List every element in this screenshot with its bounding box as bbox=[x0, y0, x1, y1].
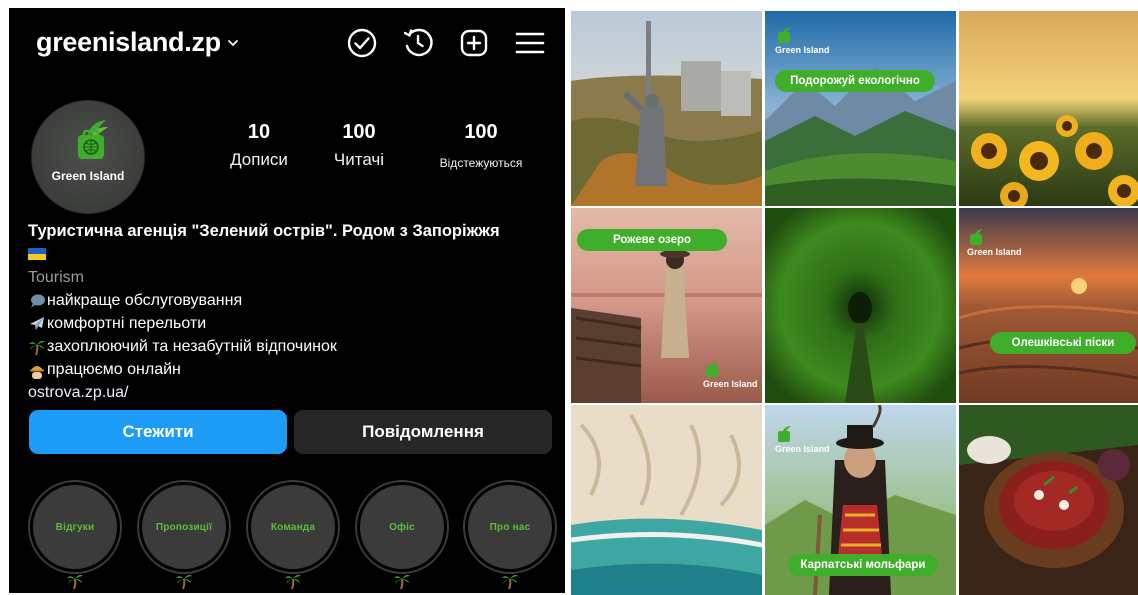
post-tile-monument[interactable] bbox=[571, 11, 762, 206]
bio-line-text: найкраще обслуговування bbox=[47, 292, 243, 309]
bio-link[interactable]: ostrova.zp.ua/ bbox=[28, 381, 558, 404]
avatar[interactable]: Green Island bbox=[31, 100, 145, 214]
story-highlights: Відгуки Пропозиції Команда Офіс Про нас bbox=[9, 478, 565, 593]
highlight-label: Офіс bbox=[389, 521, 415, 533]
post-image bbox=[571, 11, 762, 206]
top-bar: greenisland.zp bbox=[9, 8, 565, 76]
bio-line: комфортні перельоти bbox=[28, 312, 558, 335]
verified-check-icon[interactable] bbox=[345, 26, 379, 60]
brand-label: Green Island bbox=[775, 444, 830, 454]
highlight-team[interactable]: Команда bbox=[244, 478, 342, 593]
add-post-icon[interactable] bbox=[457, 26, 491, 60]
green-island-logo-icon bbox=[778, 426, 791, 442]
highlight-offers[interactable]: Пропозиції bbox=[135, 478, 233, 593]
palm-tree-icon bbox=[285, 575, 301, 590]
stat-following-label: Відстежуються bbox=[439, 156, 523, 170]
highlight-label: Команда bbox=[270, 521, 316, 533]
stat-following[interactable]: 100 Відстежуються bbox=[411, 121, 551, 170]
post-caption-pill: Подорожуй екологічно bbox=[775, 70, 935, 92]
username-switcher[interactable]: greenisland.zp bbox=[36, 27, 239, 58]
brand-watermark: Green Island bbox=[775, 425, 830, 454]
palm-tree-icon bbox=[394, 575, 410, 590]
highlight-cover: Офіс bbox=[360, 485, 444, 569]
brand-watermark: Green Island bbox=[775, 26, 830, 55]
highlight-about[interactable]: Про нас bbox=[461, 478, 559, 593]
bio-line: найкраще обслуговування bbox=[28, 289, 558, 312]
bio-line-text: працюємо онлайн bbox=[47, 361, 181, 378]
highlight-label: Пропозиції bbox=[155, 521, 213, 533]
bio-flag-row bbox=[28, 243, 558, 266]
brand-label: Green Island bbox=[703, 379, 758, 389]
post-image bbox=[765, 208, 956, 403]
post-caption-pill: Рожеве озеро bbox=[577, 229, 727, 251]
green-island-logo-icon bbox=[970, 229, 983, 245]
post-tile-sands[interactable]: Green Island Олешківські піски bbox=[959, 208, 1138, 403]
bio-category: Tourism bbox=[28, 269, 85, 286]
stat-posts[interactable]: 10 Дописи bbox=[199, 121, 319, 170]
stat-posts-label: Дописи bbox=[230, 150, 288, 169]
profile-bio: Туристична агенція "Зелений острів". Род… bbox=[28, 220, 558, 404]
bio-line: працюємо онлайн bbox=[28, 358, 558, 381]
follow-button[interactable]: Стежити bbox=[29, 410, 287, 454]
brand-label: Green Island bbox=[775, 45, 830, 55]
palm-tree-icon bbox=[29, 340, 45, 355]
ukraine-flag-icon bbox=[28, 247, 46, 260]
highlight-label: Відгуки bbox=[55, 521, 95, 533]
post-image bbox=[571, 405, 762, 595]
brand-watermark: Green Island bbox=[703, 360, 758, 389]
post-tile-sunflowers[interactable] bbox=[959, 11, 1138, 206]
post-tile-tunnel[interactable] bbox=[765, 208, 956, 403]
bio-line-text: комфортні перельоти bbox=[47, 315, 207, 332]
profile-panel: greenisland.zp Green Island 10 Дописи 10… bbox=[9, 8, 565, 593]
menu-icon[interactable] bbox=[513, 26, 547, 60]
top-actions bbox=[345, 26, 547, 60]
worker-icon bbox=[30, 365, 44, 379]
post-tile-pink-lake[interactable]: Рожеве озеро Green Island bbox=[571, 208, 762, 403]
profile-stats: 10 Дописи 100 Читачі 100 Відстежуються bbox=[199, 121, 539, 181]
post-image bbox=[959, 11, 1138, 206]
message-button[interactable]: Повідомлення bbox=[294, 410, 552, 454]
palm-tree-icon bbox=[176, 575, 192, 590]
chevron-down-icon bbox=[227, 39, 238, 46]
post-caption-pill: Олешківські піски bbox=[990, 332, 1136, 354]
stat-posts-value: 10 bbox=[247, 121, 271, 143]
stat-followers-value: 100 bbox=[342, 121, 376, 143]
posts-grid: Green Island Подорожуй екологічно Рожеве… bbox=[571, 11, 1138, 595]
highlight-cover: Про нас bbox=[468, 485, 552, 569]
green-island-logo-icon bbox=[706, 361, 719, 377]
highlight-cover: Пропозиції bbox=[142, 485, 226, 569]
post-tile-shore[interactable] bbox=[571, 405, 762, 595]
bio-line-text: захоплюючий та незабутній відпочинок bbox=[47, 338, 337, 355]
post-tile-molfar[interactable]: Green Island Карпатські мольфари bbox=[765, 405, 956, 595]
highlight-cover: Відгуки bbox=[33, 485, 117, 569]
highlight-label: Про нас bbox=[489, 521, 531, 533]
highlight-reviews[interactable]: Відгуки bbox=[26, 478, 124, 593]
palm-tree-icon bbox=[502, 575, 518, 590]
history-icon[interactable] bbox=[401, 26, 435, 60]
username: greenisland.zp bbox=[36, 27, 221, 57]
palm-tree-icon bbox=[67, 575, 83, 590]
post-tile-borscht[interactable] bbox=[959, 405, 1138, 595]
brand-watermark: Green Island bbox=[967, 228, 1022, 257]
stat-followers-label: Читачі bbox=[333, 150, 385, 169]
avatar-label: Green Island bbox=[51, 169, 125, 183]
post-image bbox=[959, 405, 1138, 595]
highlight-cover: Команда bbox=[251, 485, 335, 569]
speech-bubble-icon bbox=[31, 294, 45, 308]
green-island-logo-icon bbox=[78, 120, 108, 159]
post-tile-mountains[interactable]: Green Island Подорожуй екологічно bbox=[765, 11, 956, 206]
brand-label: Green Island bbox=[967, 247, 1022, 257]
bio-line: захоплюючий та незабутній відпочинок bbox=[28, 335, 558, 358]
post-caption-pill: Карпатські мольфари bbox=[788, 554, 938, 576]
highlight-office[interactable]: Офіс bbox=[353, 478, 451, 593]
stat-followers[interactable]: 100 Читачі bbox=[309, 121, 409, 170]
bio-title: Туристична агенція "Зелений острів". Род… bbox=[28, 222, 500, 240]
green-island-logo-icon bbox=[778, 27, 791, 43]
airplane-icon bbox=[30, 316, 44, 330]
stat-following-value: 100 bbox=[464, 121, 498, 143]
